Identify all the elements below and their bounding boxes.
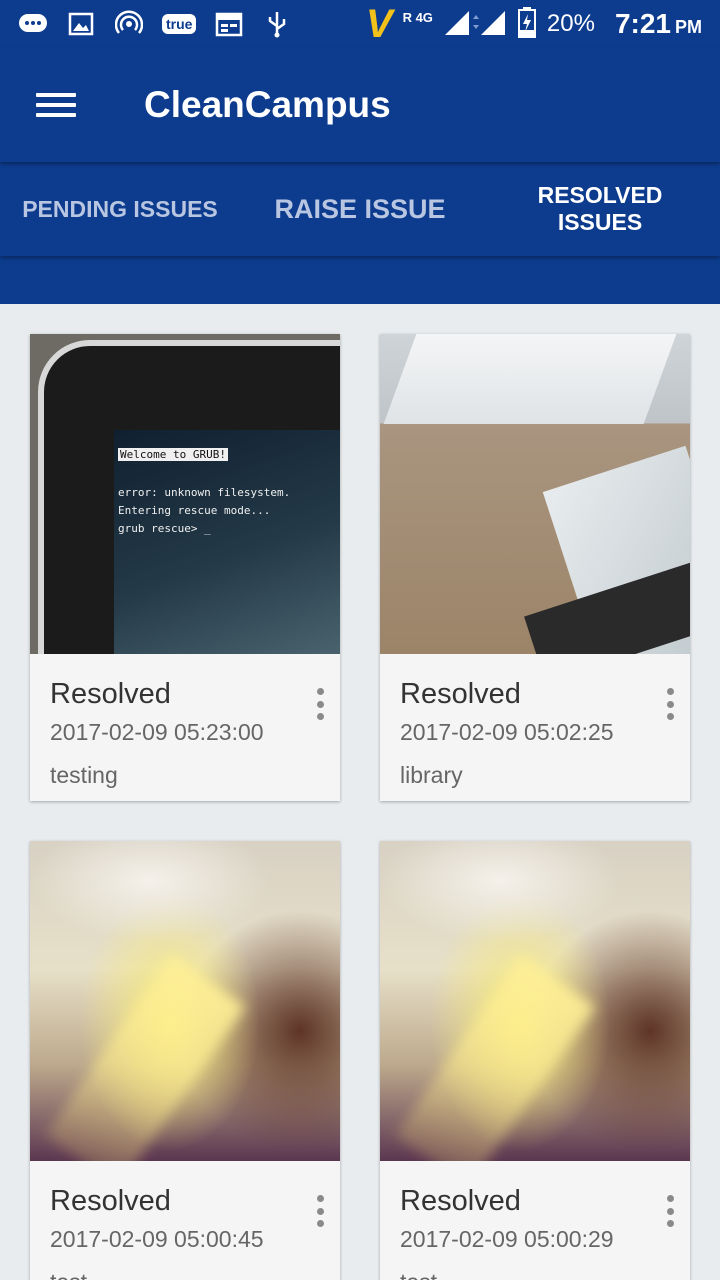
more-options-icon[interactable] bbox=[312, 1195, 328, 1227]
grub-line: Welcome to GRUB! bbox=[118, 448, 228, 461]
issue-status: Resolved bbox=[50, 1185, 171, 1217]
tab-bar-spacer bbox=[0, 256, 720, 304]
network-type: R 4G bbox=[402, 9, 433, 25]
issue-photo bbox=[380, 334, 690, 654]
menu-icon[interactable] bbox=[36, 90, 76, 120]
more-options-icon[interactable] bbox=[662, 1195, 678, 1227]
issue-photo bbox=[30, 841, 340, 1161]
issue-description: testing bbox=[50, 762, 118, 788]
tab-resolved-issues[interactable]: RESOLVED ISSUES bbox=[480, 162, 720, 256]
issue-date: 2017-02-09 05:00:45 bbox=[50, 1226, 264, 1252]
issue-description: library bbox=[400, 762, 463, 788]
issue-photo: Welcome to GRUB! error: unknown filesyst… bbox=[30, 334, 340, 654]
carrier-logo-icon: V bbox=[365, 2, 393, 46]
tab-bar: PENDING ISSUES RAISE ISSUE RESOLVED ISSU… bbox=[0, 162, 720, 256]
app-title: CleanCampus bbox=[144, 84, 391, 125]
grub-line: error: unknown filesystem. bbox=[118, 486, 291, 499]
issue-date: 2017-02-09 05:23:00 bbox=[50, 719, 264, 745]
image-icon bbox=[66, 10, 96, 38]
usb-icon bbox=[262, 10, 292, 38]
issue-photo bbox=[380, 841, 690, 1161]
signal-icon bbox=[443, 7, 507, 42]
chat-icon bbox=[18, 10, 48, 38]
issue-card[interactable]: Resolved 2017-02-09 05:02:25 library bbox=[380, 334, 690, 801]
issue-description: test bbox=[50, 1269, 320, 1280]
grub-line: grub rescue> _ bbox=[118, 522, 211, 535]
issue-date: 2017-02-09 05:02:25 bbox=[400, 719, 614, 745]
clock: 7:21 bbox=[614, 8, 671, 39]
calendar-icon bbox=[214, 10, 244, 38]
tab-resolved-issues-label: RESOLVED ISSUES bbox=[537, 182, 663, 235]
hotspot-icon bbox=[114, 10, 144, 38]
battery-level: 20% bbox=[546, 10, 595, 37]
issue-description: test bbox=[400, 1269, 670, 1280]
tab-raise-issue[interactable]: RAISE ISSUE bbox=[240, 162, 480, 256]
issue-status: Resolved bbox=[400, 678, 521, 710]
issue-card[interactable]: Welcome to GRUB! error: unknown filesyst… bbox=[30, 334, 340, 801]
app-bar: CleanCampus bbox=[0, 48, 720, 162]
carrier-app-icon: true bbox=[162, 14, 197, 34]
tab-pending-issues[interactable]: PENDING ISSUES bbox=[0, 162, 240, 256]
issue-date: 2017-02-09 05:00:29 bbox=[400, 1226, 614, 1252]
issue-status: Resolved bbox=[50, 678, 171, 710]
issue-card[interactable]: Resolved 2017-02-09 05:00:29 test bbox=[380, 841, 690, 1280]
issue-status: Resolved bbox=[400, 1185, 521, 1217]
status-bar: true V R 4G 20% 7:21 PM bbox=[0, 0, 720, 48]
more-options-icon[interactable] bbox=[312, 688, 328, 720]
clock-ampm: PM bbox=[675, 17, 702, 37]
grub-line: Entering rescue mode... bbox=[118, 504, 271, 517]
issues-grid[interactable]: Welcome to GRUB! error: unknown filesyst… bbox=[0, 304, 720, 1280]
battery-charging-icon bbox=[517, 6, 537, 43]
more-options-icon[interactable] bbox=[662, 688, 678, 720]
issue-card[interactable]: Resolved 2017-02-09 05:00:45 test bbox=[30, 841, 340, 1280]
